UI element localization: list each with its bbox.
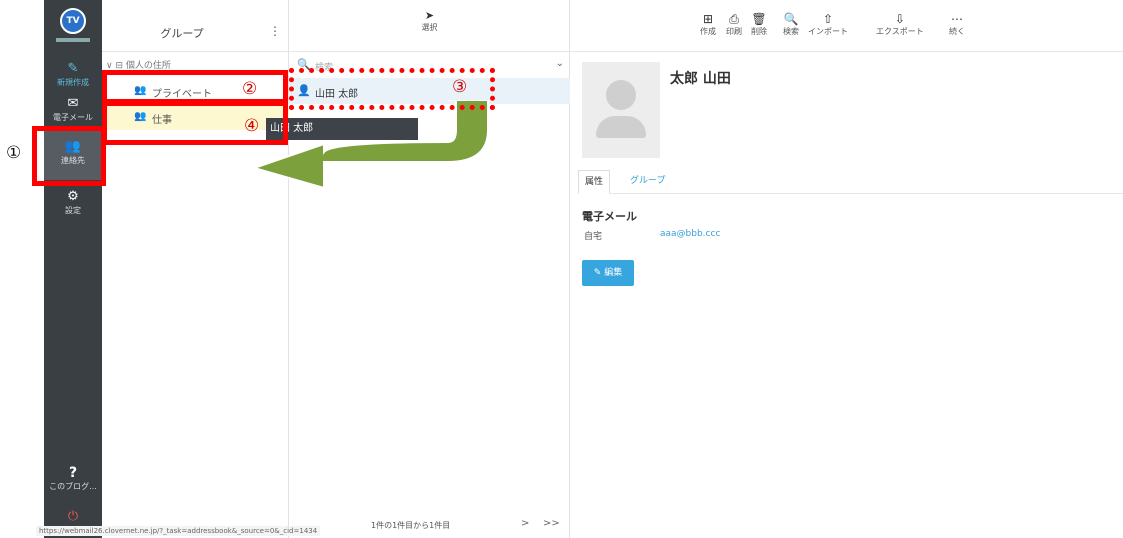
status-url: https://webmail26.clovernet.ne.jp/?_task… <box>36 526 321 536</box>
export-button[interactable]: ⇩ エクスポート <box>876 12 924 37</box>
email-link[interactable]: aaa@bbb.ccc <box>660 229 720 239</box>
delete-label: 削除 <box>751 27 767 36</box>
avatar-head <box>606 80 636 110</box>
cursor-icon: ➤ <box>424 9 435 22</box>
highlight-box-private <box>102 70 288 104</box>
delete-button[interactable]: 🗑 削除 <box>751 12 767 37</box>
question-icon: ? <box>68 465 78 481</box>
more-icon: ⋯ <box>951 12 963 26</box>
more-label: 続く <box>949 27 965 36</box>
print-button[interactable]: ⎙ 印刷 <box>726 12 742 37</box>
step-number-2: ② <box>242 79 258 99</box>
nav-compose[interactable]: ✎ 新規作成 <box>44 62 102 88</box>
nav-about-label: このブログ... <box>49 482 97 491</box>
groups-header: グループ ⋮ <box>102 0 289 52</box>
create-button[interactable]: ⊞ 作成 <box>700 12 716 37</box>
detail-tabs: 属性 グループ <box>578 170 1123 194</box>
step-number-3: ③ <box>452 77 468 97</box>
contact-display-name: 太郎 山田 <box>670 71 731 87</box>
gear-icon: ⚙ <box>67 189 79 204</box>
app-logo[interactable]: TV <box>60 8 86 34</box>
import-label: インポート <box>808 27 848 36</box>
create-label: 作成 <box>700 27 716 36</box>
nav-mail-label: 電子メール <box>53 113 93 122</box>
nav-settings[interactable]: ⚙ 設定 <box>44 190 102 216</box>
export-label: エクスポート <box>876 27 924 36</box>
app-logo-subtitle <box>56 38 90 42</box>
next-page-button[interactable]: > <box>521 518 529 529</box>
step-number-1: ① <box>6 143 22 163</box>
kebab-menu-icon[interactable]: ⋮ <box>269 24 281 38</box>
envelope-icon: ✉ <box>67 96 79 111</box>
nav-about[interactable]: ? このブログ... <box>44 466 102 492</box>
toolbar: ⊞ 作成 ⎙ 印刷 🗑 削除 🔍 検索 ⇧ インポート ⇩ エクスポート ⋯ 続… <box>570 0 1123 52</box>
last-page-button[interactable]: >> <box>543 518 560 529</box>
tab-properties[interactable]: 属性 <box>578 170 611 194</box>
select-button[interactable]: ➤ 選択 <box>289 10 570 33</box>
contact-photo[interactable] <box>582 62 660 158</box>
email-section-title: 電子メール <box>582 210 637 223</box>
trash-icon: 🗑 <box>751 12 767 26</box>
app-nav: TV ✎ 新規作成 ✉ 電子メール 👥 連絡先 ⚙ 設定 ? このブログ... … <box>44 0 102 538</box>
search-button[interactable]: 🔍 検索 <box>783 12 799 37</box>
tab-groups[interactable]: グループ <box>624 170 671 194</box>
email-type-label: 自宅 <box>584 232 603 242</box>
highlight-box-work <box>102 101 288 145</box>
printer-icon: ⎙ <box>729 12 739 26</box>
plus-square-icon: ⊞ <box>702 12 714 26</box>
more-button[interactable]: ⋯ 続く <box>949 12 965 37</box>
power-icon: ⏻ <box>67 509 79 524</box>
arrow-shape <box>252 100 489 190</box>
highlight-box-contacts <box>32 126 106 186</box>
chevron-down-icon[interactable]: ⌄ <box>556 58 564 69</box>
contact-detail-panel: ⊞ 作成 ⎙ 印刷 🗑 削除 🔍 検索 ⇧ インポート ⇩ エクスポート ⋯ 続… <box>570 0 1123 538</box>
compose-icon: ✎ <box>67 61 79 76</box>
drag-arrow-annotation <box>252 100 489 190</box>
list-header: ➤ 選択 <box>289 0 570 52</box>
nav-compose-label: 新規作成 <box>57 78 89 87</box>
pager-info: 1件の1件目から1件目 <box>371 521 451 530</box>
import-button[interactable]: ⇧ インポート <box>808 12 848 37</box>
nav-mail[interactable]: ✉ 電子メール <box>44 97 102 123</box>
edit-button[interactable]: ✎ 編集 <box>582 260 634 286</box>
groups-title: グループ <box>160 27 204 40</box>
app-logo-text: TV <box>66 16 80 26</box>
nav-logout[interactable]: ⏻ <box>44 510 102 524</box>
upload-icon: ⇧ <box>822 12 834 26</box>
select-label: 選択 <box>421 23 438 32</box>
pagination: 1件の1件目から1件目 > >> <box>289 518 570 534</box>
search-icon: 🔍 <box>783 12 799 26</box>
search-label: 検索 <box>783 27 799 36</box>
print-label: 印刷 <box>726 27 742 36</box>
nav-settings-label: 設定 <box>65 206 81 215</box>
download-icon: ⇩ <box>894 12 905 26</box>
avatar-body <box>596 116 646 138</box>
step-number-4: ④ <box>244 116 260 136</box>
